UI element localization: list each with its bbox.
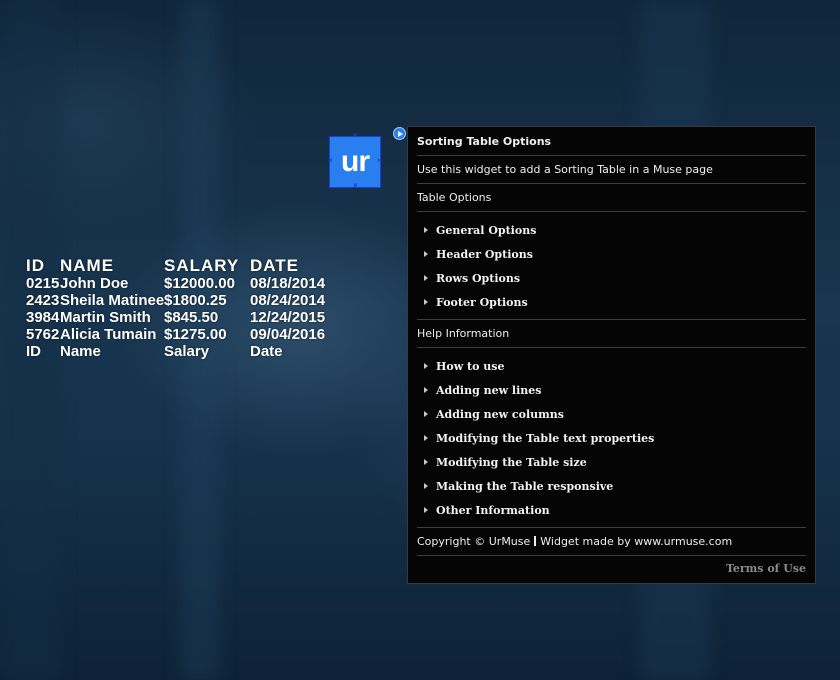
cell-date: 08/18/2014 bbox=[250, 275, 326, 292]
panel-description: Use this widget to add a Sorting Table i… bbox=[417, 163, 713, 176]
help-responsive[interactable]: Making the Table responsive bbox=[424, 480, 613, 493]
resize-handle[interactable]: × bbox=[377, 157, 382, 165]
table-header-row: ID NAME SALARY DATE bbox=[26, 256, 340, 275]
header-salary[interactable]: SALARY bbox=[164, 256, 250, 275]
cell-name: Alicia Tumain bbox=[60, 326, 157, 343]
divider bbox=[417, 183, 806, 184]
help-label: How to use bbox=[436, 360, 505, 373]
table-options-heading: Table Options bbox=[417, 191, 492, 204]
help-label: Modifying the Table text properties bbox=[436, 432, 655, 445]
cell-name: John Doe bbox=[60, 275, 129, 292]
table-row: 5762 Alicia Tumain $1275.00 09/04/2016 bbox=[26, 326, 340, 343]
copyright-text[interactable]: Copyright © UrMuse bbox=[417, 535, 530, 548]
help-adding-columns[interactable]: Adding new columns bbox=[424, 408, 564, 421]
divider bbox=[417, 347, 806, 348]
cell-id: 2423 bbox=[26, 292, 60, 309]
help-adding-lines[interactable]: Adding new lines bbox=[424, 384, 541, 397]
option-label: General Options bbox=[436, 224, 537, 237]
cell-salary: $1275.00 bbox=[164, 326, 227, 343]
expand-arrow-icon bbox=[424, 387, 428, 393]
option-header[interactable]: Header Options bbox=[424, 248, 533, 261]
option-label: Rows Options bbox=[436, 272, 521, 285]
expand-arrow-icon bbox=[424, 435, 428, 441]
cell-name: Martin Smith bbox=[60, 309, 151, 326]
footer-date: Date bbox=[250, 343, 283, 360]
help-other-information[interactable]: Other Information bbox=[424, 504, 550, 517]
table-row: 3984 Martin Smith $845.50 12/24/2015 bbox=[26, 309, 340, 326]
option-footer[interactable]: Footer Options bbox=[424, 296, 528, 309]
footer-name: Name bbox=[60, 343, 101, 360]
cell-date: 12/24/2015 bbox=[250, 309, 326, 326]
options-panel: Sorting Table Options Use this widget to… bbox=[407, 126, 816, 584]
help-text-properties[interactable]: Modifying the Table text properties bbox=[424, 432, 654, 445]
divider bbox=[417, 555, 806, 556]
expand-arrow-icon bbox=[424, 299, 428, 305]
cell-salary: $12000.00 bbox=[164, 275, 235, 292]
expand-arrow-icon bbox=[424, 483, 428, 489]
resize-handle[interactable]: × bbox=[328, 157, 333, 165]
cell-salary: $845.50 bbox=[164, 309, 219, 326]
sorting-table: ID NAME SALARY DATE 0215 John Doe $12000… bbox=[26, 256, 340, 360]
help-how-to-use[interactable]: How to use bbox=[424, 360, 504, 373]
cell-date: 08/24/2014 bbox=[250, 292, 326, 309]
footer-salary: Salary bbox=[164, 343, 210, 360]
cell-id: 5762 bbox=[26, 326, 60, 343]
cell-salary: $1800.25 bbox=[164, 292, 227, 309]
resize-handle[interactable]: × bbox=[353, 182, 358, 190]
header-id[interactable]: ID bbox=[26, 256, 60, 275]
panel-title: Sorting Table Options bbox=[417, 135, 552, 148]
divider bbox=[417, 155, 806, 156]
help-heading: Help Information bbox=[417, 327, 510, 340]
divider bbox=[417, 527, 806, 528]
expand-arrow-icon bbox=[424, 507, 428, 513]
terms-of-use-link[interactable]: Terms of Use bbox=[726, 562, 806, 575]
help-label: Other Information bbox=[436, 504, 550, 517]
widget-icon-text: ur bbox=[341, 145, 370, 178]
copyright-line: Copyright © UrMuse Widget made by www.urm… bbox=[417, 535, 806, 548]
cell-name: Sheila Matinee bbox=[60, 292, 165, 309]
option-label: Footer Options bbox=[436, 296, 528, 309]
table-footer-row: ID Name Salary Date bbox=[26, 343, 340, 360]
help-table-size[interactable]: Modifying the Table size bbox=[424, 456, 587, 469]
help-label: Making the Table responsive bbox=[436, 480, 614, 493]
option-rows[interactable]: Rows Options bbox=[424, 272, 520, 285]
option-label: Header Options bbox=[436, 248, 533, 261]
table-row: 2423 Sheila Matinee $1800.25 08/24/2014 bbox=[26, 292, 340, 309]
footer-id: ID bbox=[26, 343, 41, 360]
expand-arrow-icon bbox=[424, 411, 428, 417]
expand-arrow-icon bbox=[424, 227, 428, 233]
resize-handle[interactable]: × bbox=[353, 132, 358, 140]
expand-arrow-icon bbox=[424, 275, 428, 281]
cell-id: 3984 bbox=[26, 309, 60, 326]
help-label: Modifying the Table size bbox=[436, 456, 587, 469]
urmuse-widget-icon[interactable]: ur × × × × bbox=[328, 132, 382, 190]
option-general[interactable]: General Options bbox=[424, 224, 536, 237]
expand-arrow-icon bbox=[424, 459, 428, 465]
cell-date: 09/04/2016 bbox=[250, 326, 326, 343]
help-label: Adding new lines bbox=[436, 384, 542, 397]
credit-link[interactable]: Widget made by www.urmuse.com bbox=[540, 535, 732, 548]
header-date[interactable]: DATE bbox=[250, 256, 340, 275]
expand-arrow-icon bbox=[424, 363, 428, 369]
expand-arrow-icon bbox=[424, 251, 428, 257]
divider bbox=[417, 319, 806, 320]
help-label: Adding new columns bbox=[436, 408, 564, 421]
cell-id: 0215 bbox=[26, 275, 60, 292]
play-icon[interactable] bbox=[393, 127, 406, 140]
header-name[interactable]: NAME bbox=[60, 256, 164, 275]
table-row: 0215 John Doe $12000.00 08/18/2014 bbox=[26, 275, 340, 292]
divider bbox=[417, 211, 806, 212]
separator bbox=[534, 536, 537, 546]
